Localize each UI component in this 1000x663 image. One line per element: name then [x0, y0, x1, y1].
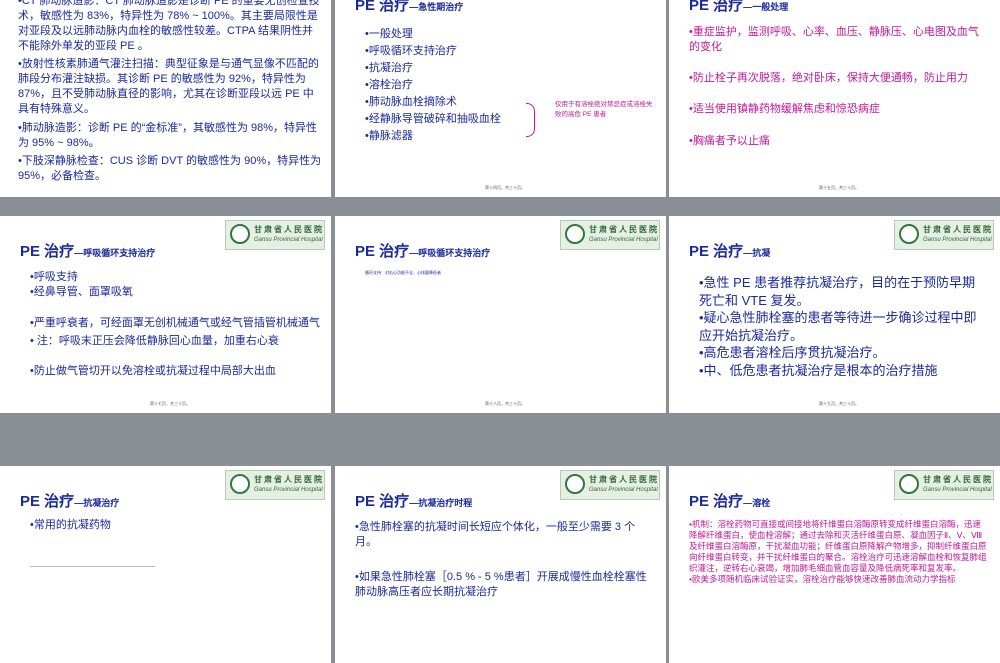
list-item: •常用的抗凝药物: [30, 519, 111, 531]
logo-text: 甘肃省人民医院: [923, 225, 993, 234]
list-item: •肺动脉血栓摘除术: [365, 96, 457, 109]
list-item: •适当使用镇静药物缓解焦虑和惊恐病症: [689, 102, 880, 115]
slide-9-list: •机制：溶栓药物可直接或间接地将纤维蛋白溶酶原转变成纤维蛋白溶酶，迅速降解纤维蛋…: [689, 519, 989, 585]
slide-9[interactable]: 甘肃省人民医院 Gansu Provincial Hospital PE 治疗—…: [669, 466, 1000, 663]
logo-text-en: Gansu Provincial Hospital: [254, 237, 323, 243]
hospital-emblem-icon: [899, 224, 919, 244]
list-item: •严重呼衰者，可经面罩无创机械通气或经气管插管机械通气: [30, 316, 320, 329]
slide-title: PE 治疗—急性期治疗: [355, 0, 464, 14]
hospital-logo: 甘肃省人民医院 Gansu Provincial Hospital: [894, 470, 994, 500]
bullet: •肺动脉造影：诊断 PE 的“金标准”，其敏感性为 98%，特异性为 95% ~…: [18, 121, 318, 149]
list-item: •防止栓子再次脱落，绝对卧床，保持大便通畅，防止用力: [689, 71, 968, 84]
slide-title: PE 治疗—抗凝治疗时程: [355, 493, 473, 510]
divider: [30, 566, 155, 567]
list-item: •中、低危患者抗凝治疗是根本的治疗措施: [699, 362, 938, 378]
logo-text: 甘肃省人民医院: [589, 225, 659, 234]
list-item: •机制：溶栓药物可直接或间接地将纤维蛋白溶酶原转变成纤维蛋白溶酶，迅速降解纤维蛋…: [689, 519, 987, 574]
list-item: •静脉滤器: [365, 130, 413, 143]
list-item: •欧美多项随机临床试验证实，溶栓治疗能够快速改善肺血流动力学指标: [689, 574, 956, 585]
page-footer: 第十八页，共三十页。: [485, 401, 525, 406]
hospital-logo: 甘肃省人民医院 Gansu Provincial Hospital: [225, 220, 325, 250]
bullet: •下肢深静脉检查：CUS 诊断 DVT 的敏感性为 90%，特异性为 95%，必…: [18, 155, 322, 183]
slide-title: PE 治疗—一般处理: [689, 0, 789, 14]
list-item: •重症监护，监测呼吸、心率、血压、静脉压、心电图及血气的变化: [689, 26, 979, 53]
slide-3-list: •重症监护，监测呼吸、心率、血压、静脉压、心电图及血气的变化 •防止栓子再次脱落…: [689, 25, 984, 149]
page-footer: 第十九页，共三十页。: [819, 401, 859, 406]
logo-text-en: Gansu Provincial Hospital: [923, 487, 992, 493]
list-item: •胸痛者予以止痛: [689, 135, 770, 148]
slide-2-list: •一般处理 •呼吸循环支持治疗 •抗凝治疗 •溶栓治疗 •肺动脉血栓摘除术 •经…: [365, 26, 565, 145]
list-item: •经鼻导管、面罩吸氧: [30, 285, 133, 298]
page-footer: 第十七页，共三十页。: [150, 401, 190, 406]
slide-1-body: •CT 肺动脉造影：CT 肺动脉造影是诊断 PE 的重要无创检查技术，敏感性为 …: [18, 0, 323, 184]
slide-7[interactable]: 甘肃省人民医院 Gansu Provincial Hospital PE 治疗—…: [0, 466, 331, 663]
list-item: •呼吸循环支持治疗: [365, 45, 457, 58]
slide-1[interactable]: •CT 肺动脉造影：CT 肺动脉造影是诊断 PE 的重要无创检查技术，敏感性为 …: [0, 0, 331, 197]
list-item: •溶栓治疗: [365, 79, 413, 92]
logo-text: 甘肃省人民医院: [254, 225, 324, 234]
slide-title: PE 治疗—呼吸循环支持治疗: [355, 243, 491, 260]
logo-text-en: Gansu Provincial Hospital: [923, 237, 992, 243]
hospital-logo: 甘肃省人民医院 Gansu Provincial Hospital: [560, 470, 660, 500]
hospital-emblem-icon: [230, 224, 250, 244]
slide-2[interactable]: PE 治疗—急性期治疗 •一般处理 •呼吸循环支持治疗 •抗凝治疗 •溶栓治疗 …: [335, 0, 666, 197]
slide-title: PE 治疗—溶栓: [689, 493, 771, 510]
slide-6-list: •急性 PE 患者推荐抗凝治疗，目的在于预防早期死亡和 VTE 复发。 •疑心急…: [699, 274, 984, 379]
slide-8-list: •急性肺栓塞的抗凝时间长短应个体化，一般至少需要 3 个月。 •如果急性肺栓塞［…: [355, 520, 650, 599]
brace-icon: [526, 103, 535, 137]
hospital-emblem-icon: [565, 474, 585, 494]
logo-text-en: Gansu Provincial Hospital: [589, 237, 658, 243]
list-item: •经静脉导管破碎和抽吸血栓: [365, 113, 501, 126]
list-item: •呼吸支持: [30, 271, 78, 283]
list-item: •急性肺栓塞的抗凝时间长短应个体化，一般至少需要 3 个月。: [355, 521, 636, 548]
list-item: •高危患者溶栓后序贯抗凝治疗。: [699, 345, 886, 361]
list-item: •一般处理: [365, 28, 413, 40]
slide-title: PE 治疗—抗凝: [689, 243, 771, 260]
list-item: •急性 PE 患者推荐抗凝治疗，目的在于预防早期死亡和 VTE 复发。: [699, 275, 976, 308]
slide-title: PE 治疗—抗凝治疗: [20, 493, 120, 510]
bullet: •放射性核素肺通气灌注扫描：典型征象是与通气显像不匹配的肺段分布灌注缺损。其诊断…: [18, 58, 319, 115]
slide-3[interactable]: PE 治疗—一般处理 •重症监护，监测呼吸、心率、血压、静脉压、心电图及血气的变…: [669, 0, 1000, 197]
tiny-note: 循环支持：对右心功能不全、心排量降低者: [365, 270, 441, 275]
page-footer: 第十五页，共三十页。: [819, 185, 859, 190]
hospital-logo: 甘肃省人民医院 Gansu Provincial Hospital: [894, 220, 994, 250]
page-footer: 第十四页，共三十页。: [485, 185, 525, 190]
hospital-logo: 甘肃省人民医院 Gansu Provincial Hospital: [225, 470, 325, 500]
logo-text-en: Gansu Provincial Hospital: [254, 487, 323, 493]
slide-6[interactable]: 甘肃省人民医院 Gansu Provincial Hospital PE 治疗—…: [669, 216, 1000, 413]
hospital-emblem-icon: [230, 474, 250, 494]
slide-title: PE 治疗—呼吸循环支持治疗: [20, 243, 156, 260]
hospital-logo: 甘肃省人民医院 Gansu Provincial Hospital: [560, 220, 660, 250]
logo-text: 甘肃省人民医院: [254, 475, 324, 484]
list-item: •抗凝治疗: [365, 62, 413, 75]
logo-text: 甘肃省人民医院: [923, 475, 993, 484]
slide-7-list: •常用的抗凝药物: [30, 518, 320, 533]
slide-4-list: •呼吸支持 •经鼻导管、面罩吸氧 •严重呼衰者，可经面罩无创机械通气或经气管插管…: [30, 270, 320, 379]
list-item: • 注：呼吸末正压会降低静脉回心血量，加重右心衰: [30, 334, 279, 347]
list-item: •疑心急性肺栓塞的患者等待进一步确诊过程中即应开始抗凝治疗。: [699, 310, 977, 343]
hospital-emblem-icon: [565, 224, 585, 244]
list-item: •防止做气管切开以免溶栓或抗凝过程中局部大出血: [30, 365, 276, 378]
slide-8[interactable]: 甘肃省人民医院 Gansu Provincial Hospital PE 治疗—…: [335, 466, 666, 663]
logo-text-en: Gansu Provincial Hospital: [589, 487, 658, 493]
slide-5[interactable]: 甘肃省人民医院 Gansu Provincial Hospital PE 治疗—…: [335, 216, 666, 413]
list-item: •如果急性肺栓塞［0.5 % - 5 %患者］开展成慢性血栓栓塞性肺动脉高压者应…: [355, 570, 647, 598]
logo-text: 甘肃省人民医院: [589, 475, 659, 484]
hospital-emblem-icon: [899, 474, 919, 494]
brace-note: 仅用于有溶栓绝对禁忌症或溶栓失败的高危 PE 患者: [555, 101, 653, 119]
bullet: •CT 肺动脉造影：CT 肺动脉造影是诊断 PE 的重要无创检查技术，敏感性为 …: [18, 0, 320, 52]
slide-4[interactable]: 甘肃省人民医院 Gansu Provincial Hospital PE 治疗—…: [0, 216, 331, 413]
